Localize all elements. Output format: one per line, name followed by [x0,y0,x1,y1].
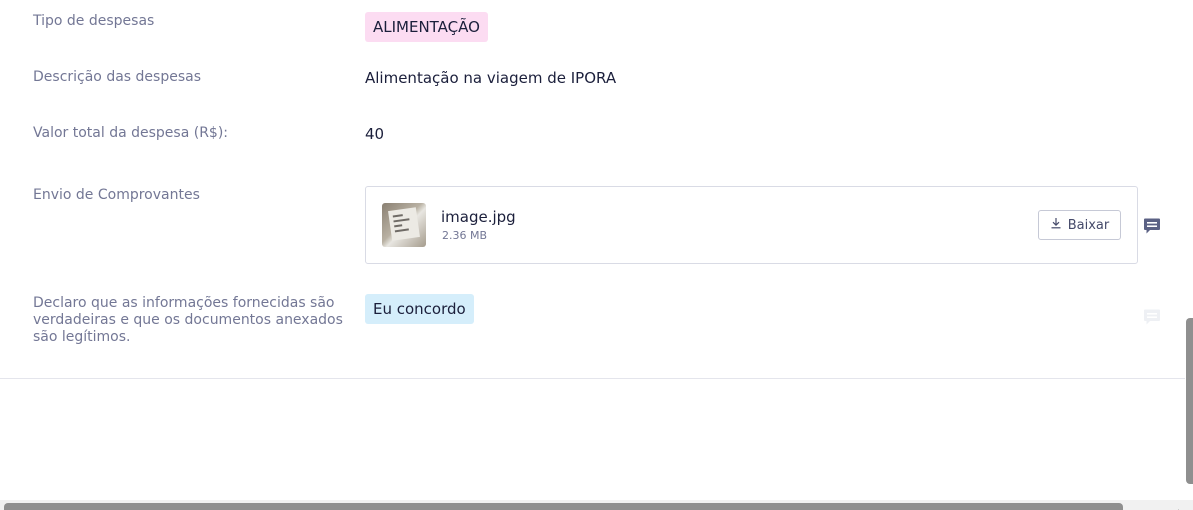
section-divider [0,378,1185,379]
receipt-thumbnail[interactable] [382,203,426,247]
download-button[interactable]: Baixar [1038,210,1121,240]
comment-icon[interactable] [1143,217,1161,235]
receipt-file-name[interactable]: image.jpg [441,208,516,226]
expense-description-label: Descrição das despesas [33,69,201,85]
receipts-label: Envio de Comprovantes [33,187,200,203]
expense-type-label: Tipo de despesas [33,13,155,29]
horizontal-scrollbar-thumb[interactable] [4,503,1123,510]
declaration-label: Declaro que as informações fornecidas sã… [33,295,343,345]
expense-type-tag: ALIMENTAÇÃO [365,12,488,42]
expense-total-label: Valor total da despesa (R$): [33,125,229,141]
scroll-right-arrow-icon[interactable] [1176,502,1184,510]
download-icon [1050,217,1062,233]
expense-description-value: Alimentação na viagem de IPORA [365,69,617,87]
download-button-label: Baixar [1067,217,1110,233]
comment-icon-faded[interactable] [1143,308,1161,326]
receipt-file-size: 2.36 MB [442,229,488,242]
receipt-file-card: image.jpg 2.36 MB Baixar [365,186,1138,264]
expense-detail-page: Tipo de despesas ALIMENTAÇÃO Descrição d… [0,0,1193,510]
vertical-scrollbar-thumb[interactable] [1186,318,1193,484]
expense-total-value: 40 [365,125,385,143]
declaration-agreement-tag: Eu concordo [365,294,474,324]
